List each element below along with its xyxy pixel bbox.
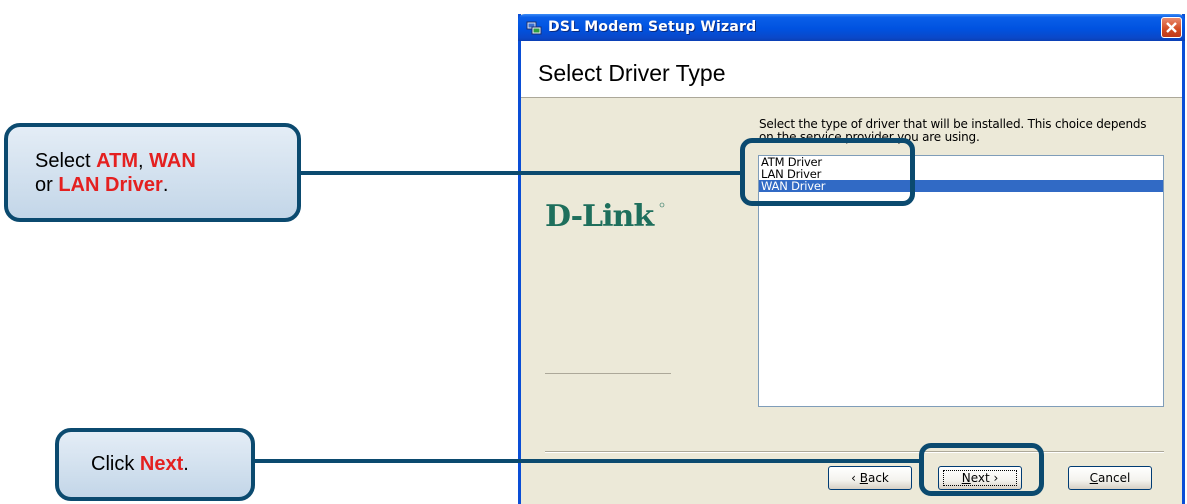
close-button[interactable] [1161,17,1182,38]
page-title: Select Driver Type [538,60,726,86]
back-button[interactable]: ‹ Back [828,466,912,490]
setup-wizard-icon [526,19,542,35]
callout-connector-next [254,459,922,463]
cancel-button[interactable]: Cancel [1068,466,1152,490]
setup-wizard-window: DSL Modem Setup Wizard Select Driver Typ… [518,14,1185,504]
callout-click-next: Click Next. [55,428,255,501]
close-icon [1166,22,1177,33]
callout-select-driver-text: Select ATM, WAN or LAN Driver. [35,150,196,196]
button-separator [545,451,1164,453]
dlink-logo: D-Link [545,196,665,241]
header-panel: Select Driver Type [521,41,1182,98]
window-title: DSL Modem Setup Wizard [548,19,757,35]
logo-text: D-Link [545,199,655,234]
title-bar[interactable]: DSL Modem Setup Wizard [518,14,1185,41]
logo-divider [545,373,671,374]
highlight-next-button [919,443,1044,496]
callout-click-next-text: Click Next. [91,453,189,475]
callout-select-driver: Select ATM, WAN or LAN Driver. [4,123,301,222]
callout-connector-select [299,171,744,175]
highlight-driver-list [740,138,915,206]
